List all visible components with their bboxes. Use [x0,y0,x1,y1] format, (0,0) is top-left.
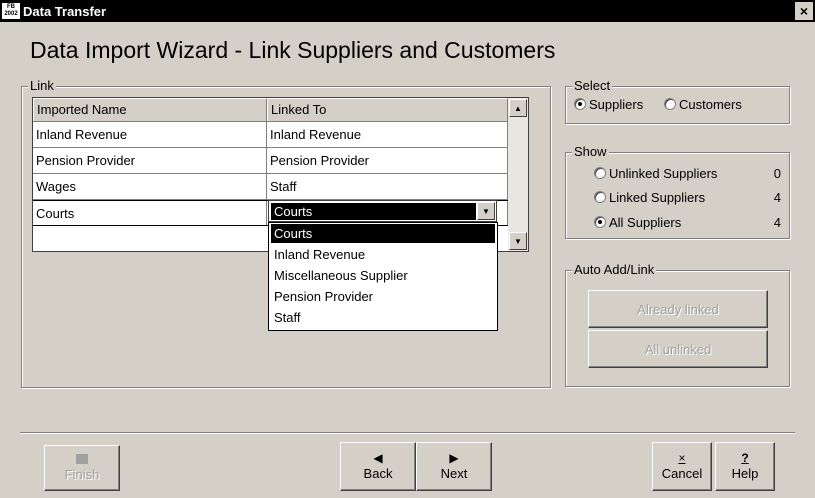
help-button[interactable]: ? Help [715,442,775,491]
radio-unchecked-icon[interactable] [664,98,676,110]
scroll-down-arrow-icon[interactable]: ▼ [509,232,527,250]
radio-label: Suppliers [589,97,644,112]
close-button[interactable]: × [795,2,813,20]
column-header-imported-name[interactable]: Imported Name [33,98,267,121]
page-title: Data Import Wizard - Link Suppliers and … [30,37,556,63]
all-count: 4 [773,215,781,230]
radio-checked-icon[interactable] [594,216,606,228]
combo-value: Courts [271,203,476,220]
radio-checked-icon[interactable] [574,98,586,110]
finish-icon [76,454,88,464]
unlinked-count: 0 [773,166,781,181]
dropdown-option[interactable]: Staff [269,307,497,328]
arrow-left-icon: ◀ [373,451,383,465]
table-row[interactable]: Pension Provider Pension Provider [33,148,508,174]
cancel-button[interactable]: × Cancel [652,442,712,491]
show-group: Show Unlinked Suppliers 0 Linked Supplie… [565,144,790,239]
scroll-up-arrow-icon[interactable]: ▲ [509,99,527,117]
radio-all-suppliers[interactable]: All Suppliers [594,215,681,230]
footer-separator [20,432,795,434]
imported-name-cell: Wages [33,174,267,199]
radio-label: Customers [679,97,742,112]
radio-label: All Suppliers [609,215,682,230]
auto-add-link-group: Auto Add/Link [565,262,790,387]
radio-linked-suppliers[interactable]: Linked Suppliers [594,190,705,205]
linked-to-dropdown[interactable]: Courts Inland Revenue Miscellaneous Supp… [268,222,498,331]
linked-count: 4 [773,190,781,205]
dropdown-option[interactable]: Miscellaneous Supplier [269,265,497,286]
chevron-down-icon[interactable]: ▼ [477,202,495,220]
radio-label: Linked Suppliers [609,190,706,205]
linked-to-cell[interactable]: Inland Revenue [267,122,508,147]
window-title: Data Transfer [23,3,107,19]
dropdown-option[interactable]: Pension Provider [269,286,497,307]
linked-to-cell[interactable]: Staff [267,174,508,199]
radio-unlinked-suppliers[interactable]: Unlinked Suppliers [594,166,717,181]
cancel-label: Cancel [661,466,703,481]
table-row[interactable]: Inland Revenue Inland Revenue [33,122,508,148]
linked-to-cell[interactable]: Pension Provider [267,148,508,173]
dropdown-option[interactable]: Courts [271,224,495,243]
next-label: Next [440,466,468,481]
close-icon: × [678,451,686,465]
select-group: Select Suppliers Customers [565,78,790,124]
help-label: Help [731,466,759,481]
grid-header: Imported Name Linked To [33,98,508,122]
finish-label: Finish [64,467,100,482]
link-group-legend: Link [28,78,56,94]
back-label: Back [363,466,393,481]
title-bar: FB 2002 Data Transfer × [0,0,815,22]
radio-customers[interactable]: Customers [664,97,742,112]
imported-name-cell: Courts [33,201,267,225]
window-edge [796,22,815,498]
all-unlinked-button[interactable]: All unlinked [588,330,768,368]
grid-scrollbar[interactable]: ▲ ▼ [508,98,528,251]
already-linked-button[interactable]: Already linked [588,290,768,328]
radio-unchecked-icon[interactable] [594,167,606,179]
imported-name-cell: Inland Revenue [33,122,267,147]
table-row[interactable]: Wages Staff [33,174,508,200]
select-group-legend: Select [572,78,613,94]
radio-label: Unlinked Suppliers [609,166,718,181]
auto-group-legend: Auto Add/Link [572,262,657,278]
finish-button[interactable]: Finish [44,445,120,491]
back-button[interactable]: ◀ Back [340,442,416,491]
app-icon: FB 2002 [2,3,20,19]
help-icon: ? [741,451,749,465]
linked-to-combo[interactable]: Courts ▼ [268,200,497,222]
show-group-legend: Show [572,144,609,160]
column-header-linked-to[interactable]: Linked To [267,98,508,121]
dropdown-option[interactable]: Inland Revenue [269,244,497,265]
next-button[interactable]: ▶ Next [416,442,492,491]
imported-name-cell: Pension Provider [33,148,267,173]
arrow-right-icon: ▶ [449,451,459,465]
radio-suppliers[interactable]: Suppliers [574,97,643,112]
radio-unchecked-icon[interactable] [594,191,606,203]
